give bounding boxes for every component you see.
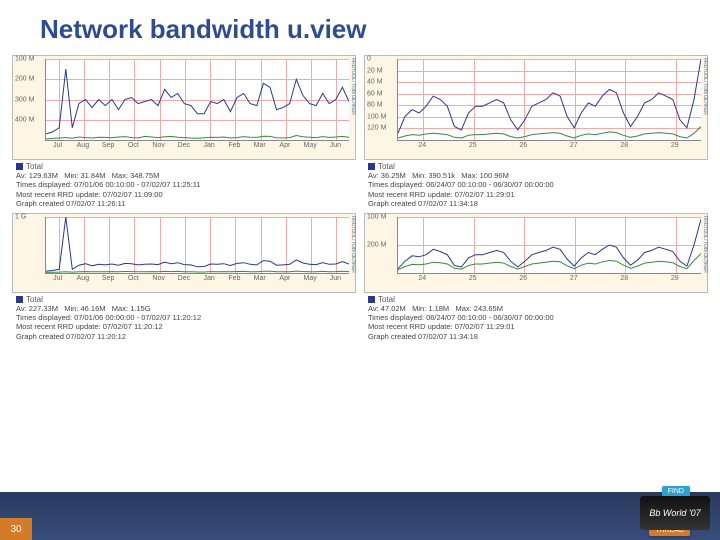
x-tick-label: Apr: [279, 275, 290, 282]
y-tick-label: 100 M: [367, 113, 395, 120]
x-tick-label: 27: [570, 275, 578, 282]
x-tick-label: 24: [418, 142, 426, 149]
chart-block-2: RRDTOOL / TOBI OETIKER 1 G Jul Aug Sep Oct No…: [12, 213, 356, 367]
charts-grid: RRDTOOL / TOBI OETIKER 400 M 300 M 200 M 10…: [0, 55, 720, 366]
x-tick-label: May: [304, 142, 317, 149]
slide-number: 30: [0, 518, 32, 540]
x-tick-label: Feb: [228, 275, 240, 282]
y-tick-label: 200 M: [367, 241, 395, 248]
chart-plot-area: [397, 217, 701, 274]
y-tick-label: 20 M: [367, 67, 395, 74]
legend-label: Total: [26, 295, 43, 304]
legend-swatch-icon: [368, 163, 375, 170]
x-tick-label: Feb: [228, 142, 240, 149]
y-tick-label: 200 M: [15, 76, 43, 83]
x-tick-label: Jul: [53, 275, 62, 282]
x-tick-label: Jan: [203, 275, 214, 282]
x-tick-label: Sep: [102, 142, 114, 149]
y-tick-label: 300 M: [15, 96, 43, 103]
legend-label: Total: [378, 295, 395, 304]
y-tick-label: 40 M: [367, 79, 395, 86]
legend-swatch-icon: [16, 296, 23, 303]
chart-plot-area: [45, 59, 349, 141]
y-tick-label: 0: [367, 56, 395, 63]
chart-legend: Total: [364, 293, 708, 304]
x-tick-label: Mar: [254, 142, 266, 149]
footer-band: FIND YOUR COMMON THREAD Bb World '07: [0, 492, 720, 540]
x-tick-label: Apr: [279, 142, 290, 149]
x-tick-label: Aug: [77, 275, 89, 282]
x-tick-label: Jan: [203, 142, 214, 149]
bbworld-logo: Bb World '07: [640, 496, 710, 530]
chart-block-0: RRDTOOL / TOBI OETIKER 400 M 300 M 200 M 10…: [12, 55, 356, 209]
chart-frame: RRDTOOL / TOBI OETIKER 200 M 100 M 24 25 26 2…: [364, 213, 708, 293]
chart-block-3: RRDTOOL / TOBI OETIKER 200 M 100 M 24 25 26 2…: [364, 213, 708, 367]
x-tick-label: 24: [418, 275, 426, 282]
x-tick-label: Oct: [128, 142, 139, 149]
chart-stats: Av: 227.33M Min: 46.16M Max: 1.15G Times…: [12, 304, 356, 342]
rrdtool-credit: RRDTOOL / TOBI OETIKER: [702, 214, 708, 292]
x-tick-label: Dec: [178, 142, 190, 149]
x-tick-label: 26: [519, 275, 527, 282]
chart-stats: Av: 129.63M Min: 31.84M Max: 348.75M Tim…: [12, 171, 356, 209]
rrdtool-credit: RRDTOOL / TOBI OETIKER: [350, 214, 356, 292]
x-tick-label: 27: [570, 142, 578, 149]
x-tick-label: Jun: [330, 275, 341, 282]
rrdtool-credit: RRDTOOL / TOBI OETIKER: [702, 56, 708, 159]
chart-stats: Av: 36.25M Min: 390.51k Max: 100.96M Tim…: [364, 171, 708, 209]
y-tick-label: 80 M: [367, 102, 395, 109]
y-tick-label: 1 G: [15, 213, 43, 220]
x-tick-label: Aug: [77, 142, 89, 149]
legend-swatch-icon: [368, 296, 375, 303]
x-tick-label: 28: [620, 275, 628, 282]
chart-legend: Total: [364, 160, 708, 171]
x-tick-label: Nov: [152, 142, 164, 149]
x-tick-label: 29: [671, 142, 679, 149]
chart-block-1: RRDTOOL / TOBI OETIKER 120 M 100 M 80 M 60 …: [364, 55, 708, 209]
x-tick-label: 25: [469, 142, 477, 149]
legend-label: Total: [26, 162, 43, 171]
y-tick-label: 60 M: [367, 90, 395, 97]
rrdtool-credit: RRDTOOL / TOBI OETIKER: [350, 56, 356, 159]
legend-label: Total: [378, 162, 395, 171]
y-tick-label: 120 M: [367, 125, 395, 132]
x-tick-label: Jul: [53, 142, 62, 149]
x-tick-label: 25: [469, 275, 477, 282]
chart-frame: RRDTOOL / TOBI OETIKER 1 G Jul Aug Sep Oct No…: [12, 213, 356, 293]
legend-swatch-icon: [16, 163, 23, 170]
x-tick-label: 28: [620, 142, 628, 149]
y-tick-label: 400 M: [15, 116, 43, 123]
y-tick-label: 100 M: [15, 56, 43, 63]
slide-footer: FIND YOUR COMMON THREAD Bb World '07 30: [0, 492, 720, 540]
chart-frame: RRDTOOL / TOBI OETIKER 400 M 300 M 200 M 10…: [12, 55, 356, 160]
x-tick-label: Mar: [254, 275, 266, 282]
chart-plot-area: [397, 59, 701, 141]
x-tick-label: Jun: [330, 142, 341, 149]
page-title: Network bandwidth u.view: [0, 0, 720, 55]
x-tick-label: 29: [671, 275, 679, 282]
x-tick-label: Sep: [102, 275, 114, 282]
chart-legend: Total: [12, 293, 356, 304]
chart-plot-area: [45, 217, 349, 274]
y-tick-label: 100 M: [367, 213, 395, 220]
chart-legend: Total: [12, 160, 356, 171]
x-tick-label: Oct: [128, 275, 139, 282]
x-tick-label: 26: [519, 142, 527, 149]
chart-stats: Av: 47.02M Min: 1.18M Max: 243.65M Times…: [364, 304, 708, 342]
chart-frame: RRDTOOL / TOBI OETIKER 120 M 100 M 80 M 60 …: [364, 55, 708, 160]
x-tick-label: Dec: [178, 275, 190, 282]
x-tick-label: Nov: [152, 275, 164, 282]
x-tick-label: May: [304, 275, 317, 282]
